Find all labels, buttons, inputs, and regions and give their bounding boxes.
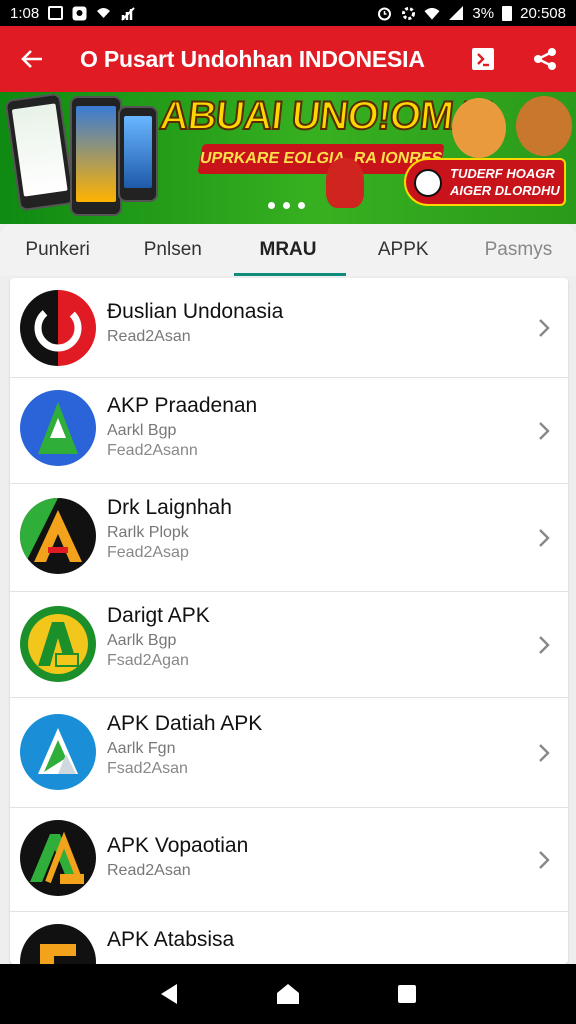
page-dot [298,202,305,209]
app-logo-icon [20,606,96,682]
banner-headline: ABUAI UNO!OMA! [157,93,496,139]
list-item[interactable]: APK Vopaotian Read2Asan [10,808,568,912]
app-title: AKP Praadenan [107,394,258,417]
list-item[interactable]: AKP Praadenan Aarkl Bgp Fead2Asann [10,378,568,484]
list-item[interactable]: Ɖuslian Undonasia Read2Asan [10,278,568,378]
list-item[interactable]: Darigt APK Aarlk Bgp Fsad2Agan [10,592,568,698]
banner-cta[interactable]: TUDERF HOAGR AIGER DLORDHU [404,158,566,206]
promo-banner[interactable]: ABUAI UNO!OMA! UPRKARE EOLGIA. RA IONRES… [0,92,576,224]
status-clock: 20:508 [520,4,566,22]
page-dot [268,202,275,209]
app-logo-icon [20,924,96,964]
status-time: 1:08 [10,4,40,22]
app-meta: Fead2Asann [107,442,198,459]
app-list: Ɖuslian Undonasia Read2Asan AKP Praadena… [10,278,568,964]
app-logo-icon [20,498,96,574]
mascot-image [516,96,572,156]
nav-back-button[interactable] [149,974,189,1014]
tab-appk[interactable]: APPK [346,224,461,276]
triangle-back-icon [161,984,178,1004]
home-icon [276,984,299,1004]
tab-punkeri[interactable]: Punkeri [0,224,115,276]
app-logo-icon [20,820,96,896]
share-button[interactable] [514,26,576,92]
tab-mrau[interactable]: MRAU [230,224,346,276]
list-item-text: APK Datiah APK Aarlk Fgn Fsad2Asan [107,712,262,778]
back-button[interactable] [0,26,64,92]
signal-icon [448,5,464,21]
app-subtitle: Aarlk Bgp [107,632,177,649]
app-title: O Pusart Undohhan INDONESIA [80,45,425,72]
mascot-image [452,98,506,158]
list-item-text: Darigt APK Aarlk Bgp Fsad2Agan [107,604,210,670]
app-title: APK Atabsisa [107,928,235,951]
status-left: 1:08 [10,5,135,22]
alarm-icon [376,5,392,21]
no-signal-icon [119,5,135,21]
notification-icon [71,5,87,21]
chevron-right-icon [532,419,556,443]
chevron-right-icon [532,741,556,765]
mascot-face-icon [414,169,442,197]
app-logo-icon [20,390,96,466]
list-item-text: Ɖuslian Undonasia Read2Asan [107,300,283,346]
square-recents-icon [397,985,416,1003]
app-title: Drk Laignhah [107,496,232,519]
page-dot [283,202,290,209]
settings-icon [400,5,416,21]
chevron-right-icon [532,848,556,872]
banner-page-dots [268,202,305,209]
tab-pnlsen[interactable]: Pnlsen [115,224,230,276]
app-subtitle: Aarkl Bgp [107,422,177,439]
app-bar: O Pusart Undohhan INDONESIA [0,26,576,92]
chevron-right-icon [532,526,556,550]
app-title: Ɖuslian Undonasia [107,300,284,323]
app-title: APK Vopaotian [107,834,249,857]
cta-line-1: TUDERF HOAGR [450,166,555,181]
share-icon [534,48,556,70]
tab-pasmys[interactable]: Pasmys [461,224,576,276]
app-logo-icon [20,714,96,790]
list-item-text: APK Atabsisa [107,928,234,952]
app-subtitle: Read2Asan [107,862,191,879]
app-meta: Fsad2Asan [107,760,188,777]
code-icon [472,48,494,70]
nav-home-button[interactable] [268,974,308,1014]
battery-percent: 3% [472,4,495,22]
battery-icon [502,5,513,21]
wifi-calling-icon [95,5,111,21]
navigation-bar [0,964,576,1024]
app-title: Darigt APK [107,604,210,627]
nav-recents-button[interactable] [387,974,427,1014]
arrow-back-icon [21,50,42,68]
list-item[interactable]: APK Atabsisa [10,912,568,964]
phone-image [70,96,122,216]
list-item-text: Drk Laignhah Rarlk Plopk Fead2Asap [107,496,232,562]
mascot-image [326,158,364,208]
cta-line-2: AIGER DLORDHU [450,183,560,198]
wifi-icon [424,5,440,21]
list-item[interactable]: Drk Laignhah Rarlk Plopk Fead2Asap [10,484,568,592]
list-item[interactable]: APK Datiah APK Aarlk Fgn Fsad2Asan [10,698,568,808]
app-subtitle: Aarlk Fgn [107,740,176,757]
list-item-text: APK Vopaotian Read2Asan [107,834,248,880]
phone-image [4,92,76,212]
app-subtitle: Read2Asan [107,328,191,345]
chevron-right-icon [532,633,556,657]
list-item-text: AKP Praadenan Aarkl Bgp Fead2Asann [107,394,257,460]
phone-image [118,106,158,202]
app-logo-icon [20,290,96,366]
chevron-right-icon [532,316,556,340]
app-meta: Fead2Asap [107,544,189,561]
app-meta: Fsad2Agan [107,652,189,669]
status-right: 3% 20:508 [376,5,566,22]
status-bar: 1:08 3% 20:508 [0,0,576,26]
calendar-box-icon [47,5,63,21]
app-title: APK Datiah APK [107,712,263,735]
tab-bar: Punkeri Pnlsen MRAU APPK Pasmys [0,224,576,276]
app-subtitle: Rarlk Plopk [107,524,189,541]
code-button[interactable] [452,26,514,92]
